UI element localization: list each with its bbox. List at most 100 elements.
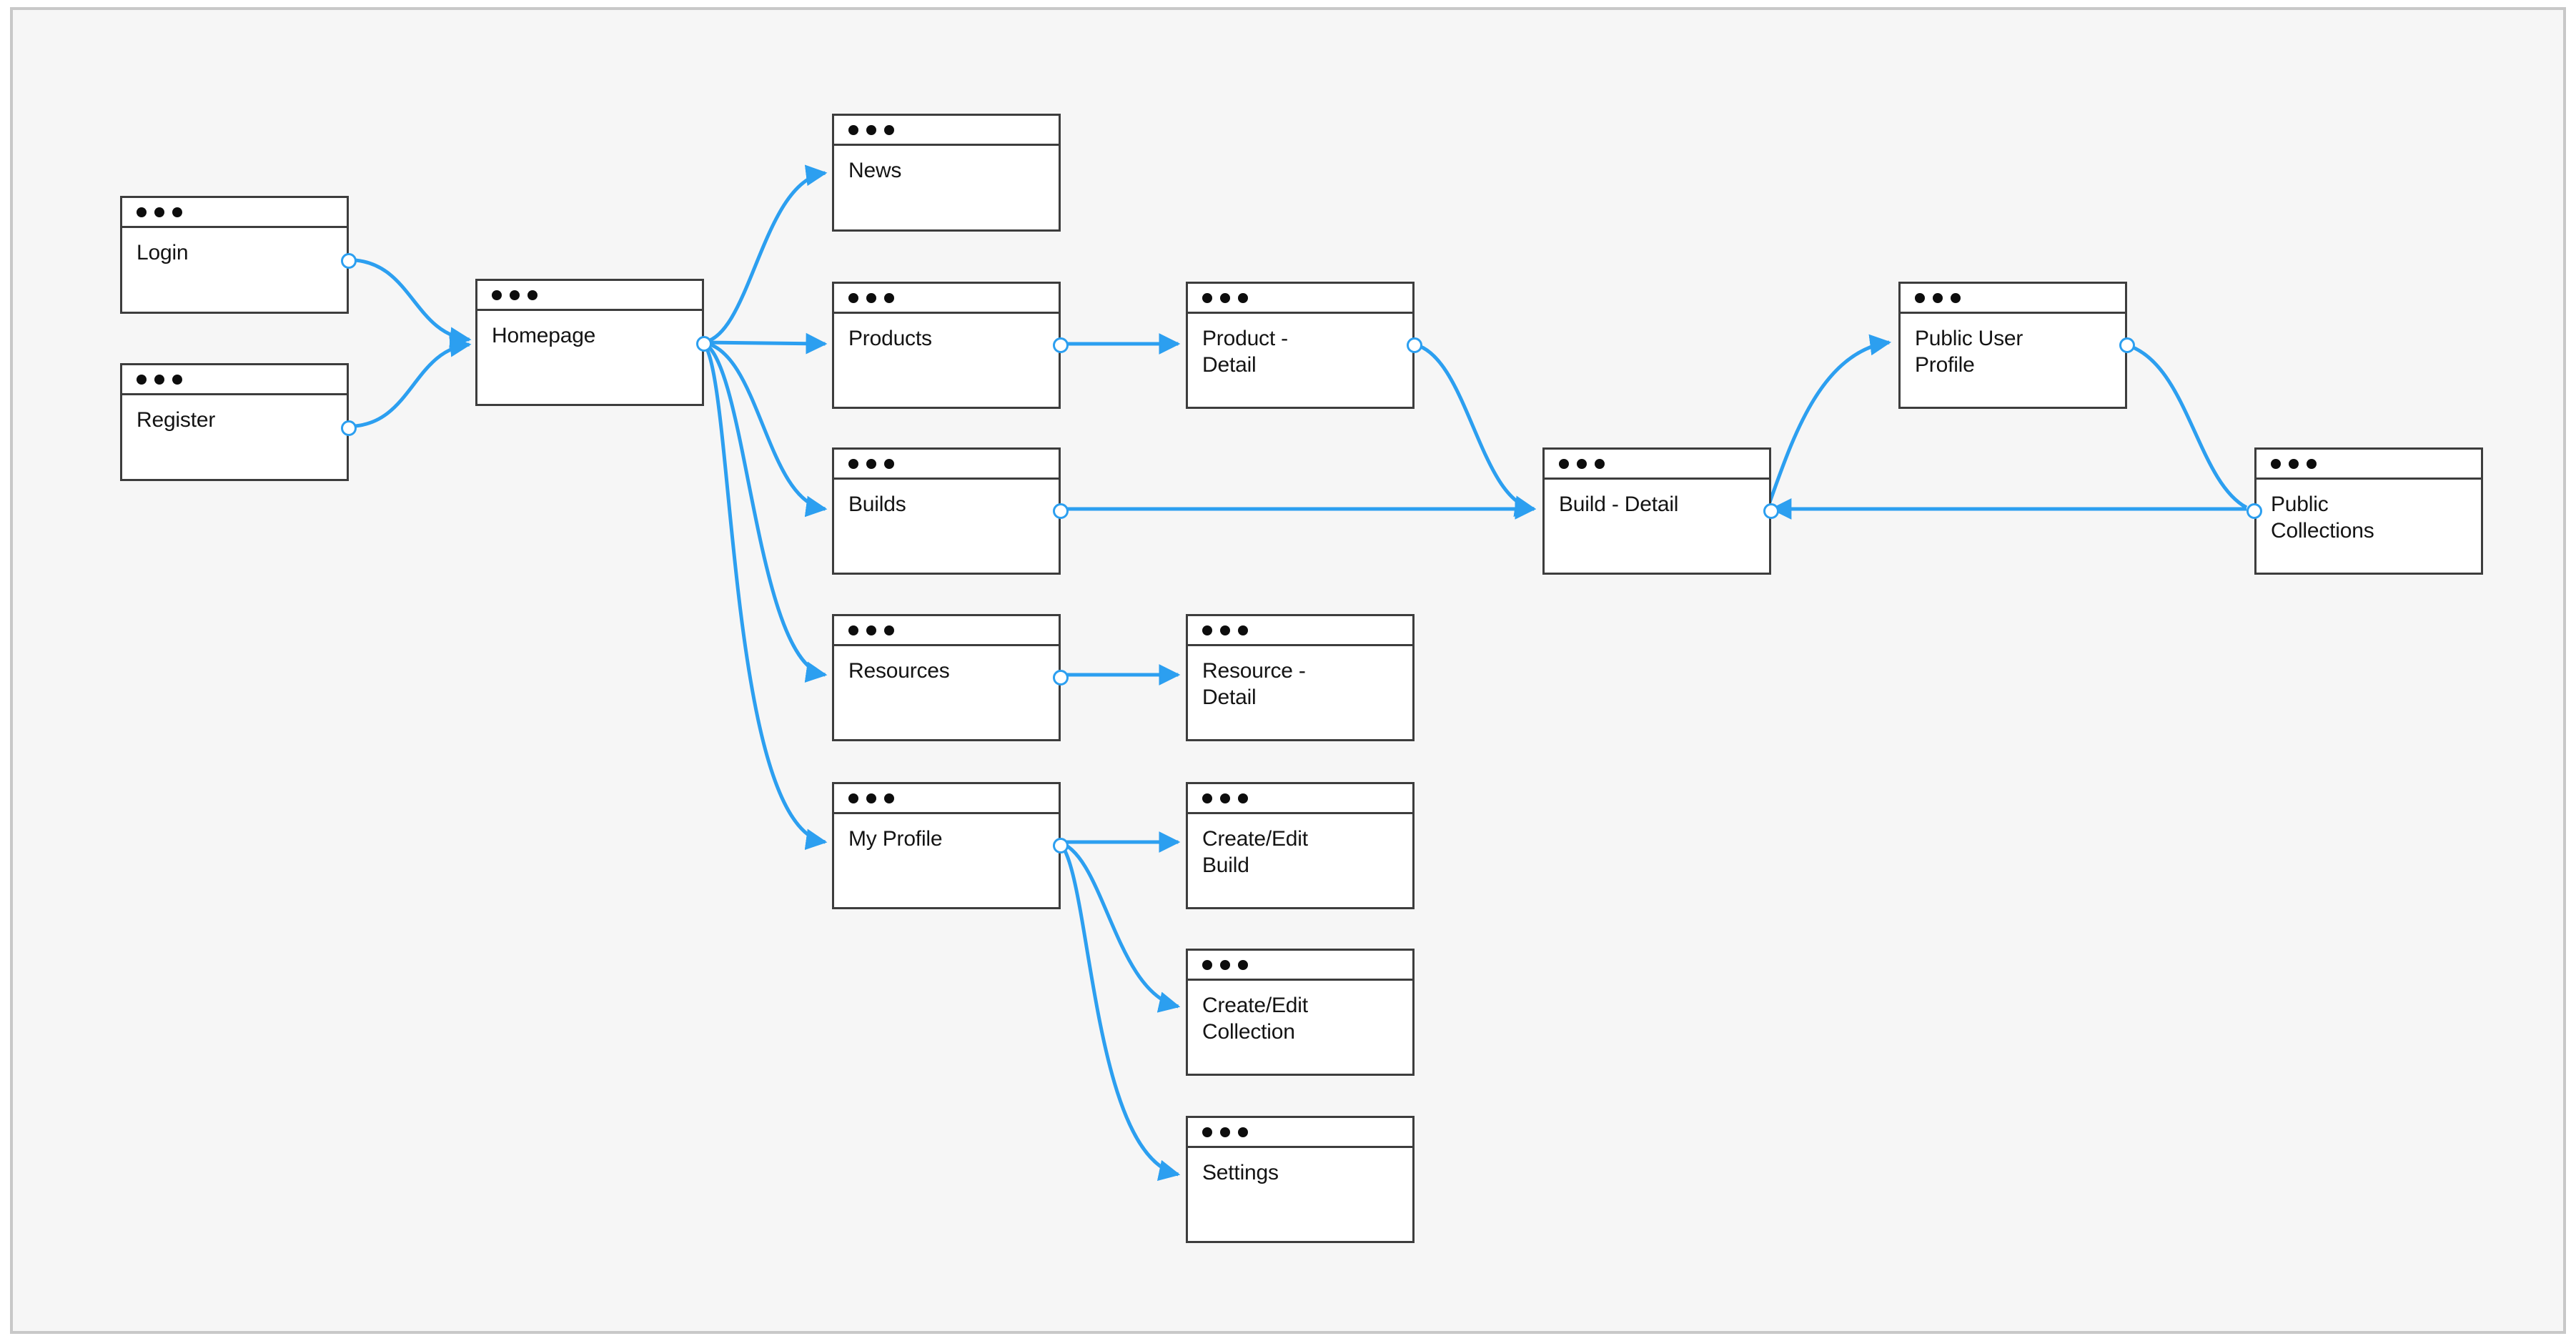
window-dot-icon: [1202, 292, 1212, 303]
node-builds[interactable]: Builds: [832, 447, 1061, 575]
window-dot-icon: [866, 625, 876, 635]
node-news[interactable]: News: [832, 114, 1061, 232]
node-body: Settings: [1188, 1148, 1412, 1241]
node-label: Create/Edit Collection: [1202, 994, 1308, 1044]
window-dot-icon: [1202, 625, 1212, 635]
node-body: Register: [122, 395, 347, 479]
port-register-out[interactable]: [341, 420, 357, 436]
port-login-out[interactable]: [341, 253, 357, 269]
node-homepage[interactable]: Homepage: [475, 279, 704, 406]
node-label: My Profile: [848, 827, 943, 851]
window-dot-icon: [866, 458, 876, 469]
node-body: Products: [834, 314, 1059, 407]
window-controls: [1901, 284, 2125, 314]
window-dot-icon: [866, 292, 876, 303]
edge-register-to-homepage: [347, 335, 472, 428]
node-label: Build - Detail: [1559, 493, 1679, 516]
port-product-detail-out[interactable]: [1407, 337, 1422, 353]
port-public-collections-in[interactable]: [2246, 503, 2262, 519]
window-controls: [122, 198, 347, 228]
node-label: Resource - Detail: [1202, 659, 1306, 709]
port-public-user-profile-out[interactable]: [2119, 337, 2135, 353]
port-resources-out[interactable]: [1053, 670, 1069, 686]
window-dot-icon: [1202, 793, 1212, 803]
node-label: Register: [137, 408, 216, 432]
window-dot-icon: [172, 374, 182, 385]
node-label: Public Collections: [2271, 493, 2374, 543]
window-dot-icon: [1202, 1127, 1212, 1137]
window-controls: [834, 116, 1059, 146]
window-controls: [1188, 784, 1412, 814]
node-build-detail[interactable]: Build - Detail: [1542, 447, 1771, 575]
node-label: Builds: [848, 493, 906, 516]
window-dot-icon: [848, 625, 858, 635]
node-settings[interactable]: Settings: [1186, 1116, 1415, 1243]
window-dot-icon: [884, 625, 894, 635]
window-dot-icon: [848, 292, 858, 303]
window-dot-icon: [1577, 458, 1587, 469]
window-controls: [477, 281, 702, 311]
node-body: Public Collections: [2257, 480, 2481, 573]
node-register[interactable]: Register: [120, 363, 349, 481]
edge-homepage-to-news: [702, 164, 828, 345]
node-body: Build - Detail: [1545, 480, 1769, 573]
node-my-profile[interactable]: My Profile: [832, 782, 1061, 909]
window-controls: [1188, 616, 1412, 646]
window-dot-icon: [1220, 292, 1230, 303]
window-dot-icon: [884, 292, 894, 303]
port-build-detail-out[interactable]: [1763, 503, 1779, 519]
node-login[interactable]: Login: [120, 196, 349, 314]
port-homepage-out[interactable]: [696, 336, 712, 352]
edge-homepage-to-my-profile: [701, 340, 828, 850]
node-create-edit-build[interactable]: Create/Edit Build: [1186, 782, 1415, 909]
window-controls: [2257, 450, 2481, 480]
node-label: Public User Profile: [1915, 327, 2023, 377]
node-public-collections[interactable]: Public Collections: [2254, 447, 2483, 575]
window-dot-icon: [1220, 1127, 1230, 1137]
node-label: Resources: [848, 659, 950, 683]
node-resource-detail[interactable]: Resource - Detail: [1186, 614, 1415, 741]
edge-build-detail-to-public-user-profile: [1765, 334, 1892, 510]
port-builds-out[interactable]: [1053, 503, 1069, 519]
node-body: Builds: [834, 480, 1059, 573]
node-create-edit-collection[interactable]: Create/Edit Collection: [1186, 949, 1415, 1076]
port-products-out[interactable]: [1053, 337, 1069, 353]
node-label: News: [848, 159, 902, 182]
window-controls: [834, 284, 1059, 314]
node-body: My Profile: [834, 814, 1059, 907]
node-products[interactable]: Products: [832, 282, 1061, 409]
node-body: Resource - Detail: [1188, 646, 1412, 739]
node-public-user-profile[interactable]: Public User Profile: [1898, 282, 2127, 409]
window-dot-icon: [848, 124, 858, 135]
node-label: Create/Edit Build: [1202, 827, 1308, 877]
window-dot-icon: [884, 793, 894, 803]
edge-my-profile-to-create-edit-collection: [1057, 840, 1181, 1013]
window-dot-icon: [1559, 458, 1569, 469]
node-resources[interactable]: Resources: [832, 614, 1061, 741]
flowchart-canvas: Login Register Homepage News Products Bu…: [10, 7, 2566, 1334]
window-dot-icon: [1238, 625, 1248, 635]
window-dot-icon: [154, 207, 164, 217]
window-controls: [834, 784, 1059, 814]
node-body: Public User Profile: [1901, 314, 2125, 407]
node-body: Resources: [834, 646, 1059, 739]
window-dot-icon: [1933, 292, 1943, 303]
window-dot-icon: [884, 458, 894, 469]
node-label: Products: [848, 327, 932, 350]
node-body: News: [834, 146, 1059, 229]
window-controls: [1188, 284, 1412, 314]
node-body: Create/Edit Collection: [1188, 981, 1412, 1074]
node-product-detail[interactable]: Product - Detail: [1186, 282, 1415, 409]
node-label: Product - Detail: [1202, 327, 1288, 377]
window-dot-icon: [1238, 292, 1248, 303]
window-dot-icon: [154, 374, 164, 385]
window-dot-icon: [527, 290, 538, 300]
edge-homepage-to-products: [702, 332, 828, 355]
window-dot-icon: [884, 124, 894, 135]
port-my-profile-out[interactable]: [1053, 838, 1069, 853]
window-dot-icon: [1202, 959, 1212, 970]
window-dot-icon: [172, 207, 182, 217]
window-controls: [834, 450, 1059, 480]
node-body: Product - Detail: [1188, 314, 1412, 407]
window-dot-icon: [1238, 959, 1248, 970]
